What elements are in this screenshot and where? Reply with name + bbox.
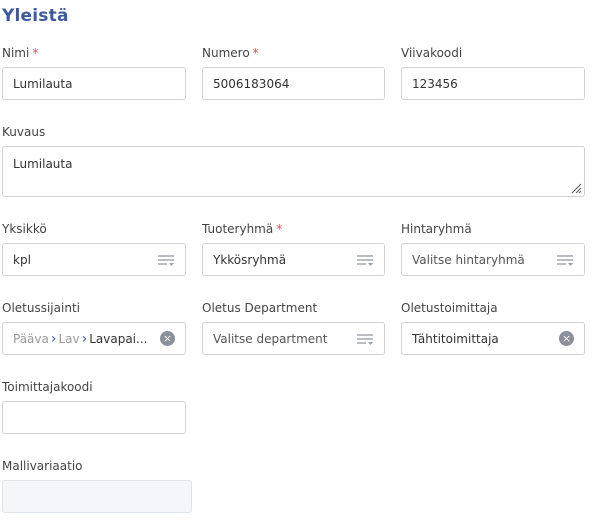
list-icon[interactable] — [158, 253, 175, 267]
crumb-item: Pääva — [13, 331, 49, 346]
kuvaus-textarea[interactable]: Lumilauta — [2, 146, 585, 197]
clear-icon[interactable]: × — [559, 331, 574, 346]
kuvaus-label: Kuvaus — [2, 125, 46, 139]
clear-icon[interactable]: × — [160, 331, 175, 346]
yksikko-select[interactable]: kpl — [2, 243, 186, 276]
toimittajakoodi-field[interactable] — [2, 401, 186, 434]
tuoteryhma-select[interactable]: Ykkösryhmä — [202, 243, 385, 276]
numero-value: 5006183064 — [213, 76, 290, 91]
department-label: Oletus Department — [202, 301, 318, 315]
list-icon[interactable] — [357, 253, 374, 267]
mallivariaatio-field — [2, 480, 192, 513]
required-marker: * — [32, 46, 39, 60]
chevron-right-icon: › — [50, 330, 57, 347]
hintaryhma-label: Hintaryhmä — [401, 222, 472, 236]
department-select[interactable]: Valitse department — [202, 322, 385, 355]
crumb-item: Lavapai... — [89, 331, 148, 346]
viivakoodi-label: Viivakoodi — [401, 46, 463, 60]
yksikko-label: Yksikkö — [2, 222, 47, 236]
hintaryhma-placeholder: Valitse hintaryhmä — [412, 252, 525, 267]
department-placeholder: Valitse department — [213, 331, 328, 346]
resize-handle-icon[interactable] — [570, 182, 582, 194]
required-marker: * — [252, 46, 259, 60]
hintaryhma-select[interactable]: Valitse hintaryhmä — [401, 243, 585, 276]
tuoteryhma-value: Ykkösryhmä — [213, 252, 287, 267]
list-icon[interactable] — [557, 253, 574, 267]
nimi-field[interactable]: Lumilauta — [2, 67, 186, 100]
oletussijainti-select[interactable]: Pääva › Lav › Lavapai... × — [2, 322, 186, 355]
oletustoimittaja-label: Oletustoimittaja — [401, 301, 498, 315]
section-title: Yleistä — [2, 6, 69, 26]
numero-label: Numero * — [202, 46, 259, 60]
numero-field[interactable]: 5006183064 — [202, 67, 385, 100]
mallivariaatio-label: Mallivariaatio — [2, 459, 83, 473]
tuoteryhma-label: Tuoteryhmä * — [202, 222, 283, 236]
yksikko-value: kpl — [13, 252, 31, 267]
oletussijainti-label: Oletussijainti — [2, 301, 80, 315]
oletustoimittaja-select[interactable]: Tähtitoimittaja × — [401, 322, 585, 355]
viivakoodi-field[interactable]: 123456 — [401, 67, 585, 100]
location-breadcrumb: Pääva › Lav › Lavapai... — [13, 331, 160, 347]
required-marker: * — [276, 222, 283, 236]
toimittajakoodi-label: Toimittajakoodi — [2, 380, 93, 394]
kuvaus-value: Lumilauta — [13, 157, 73, 171]
crumb-item: Lav — [58, 331, 80, 346]
viivakoodi-value: 123456 — [412, 76, 458, 91]
oletustoimittaja-value: Tähtitoimittaja — [412, 331, 499, 346]
chevron-right-icon: › — [81, 330, 88, 347]
list-icon[interactable] — [357, 332, 374, 346]
nimi-label: Nimi * — [2, 46, 39, 60]
nimi-value: Lumilauta — [13, 76, 73, 91]
